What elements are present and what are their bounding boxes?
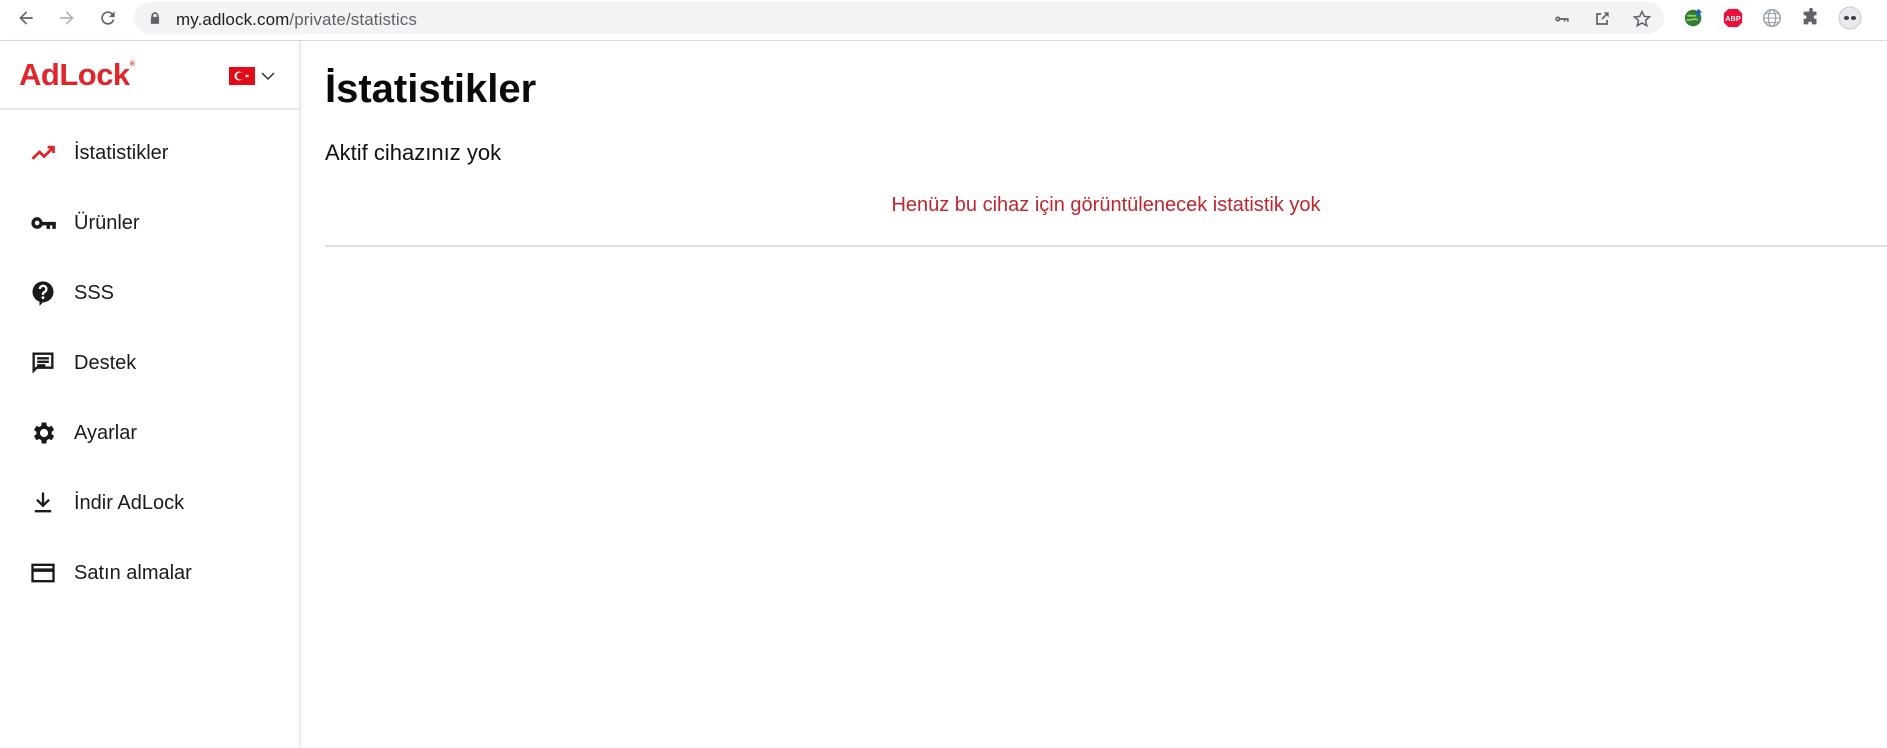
page-title: İstatistikler [325, 67, 537, 111]
sidebar-item-download[interactable]: İndir AdLock [0, 468, 300, 538]
sidebar-item-label: İstatistikler [74, 141, 169, 164]
sidebar: AdLock® İstatistikler Ürünler SSS Destek… [0, 41, 300, 748]
gear-icon [29, 419, 57, 447]
download-icon [29, 489, 57, 517]
password-key-icon[interactable] [1552, 9, 1572, 29]
share-icon[interactable] [1592, 9, 1612, 29]
sidebar-menu: İstatistikler Ürünler SSS Destek Ayarlar… [0, 118, 300, 608]
url-host: my.adlock.com [176, 10, 290, 29]
browser-toolbar: my.adlock.com/private/statistics ABP [0, 0, 1887, 36]
sidebar-header: AdLock® [0, 41, 300, 110]
profile-avatar-icon[interactable] [1838, 6, 1862, 30]
globe-download-extension-icon[interactable] [1682, 6, 1706, 30]
sidebar-item-faq[interactable]: SSS [0, 258, 300, 328]
adlock-logo[interactable]: AdLock® [19, 57, 135, 93]
sidebar-item-label: Ürünler [74, 211, 140, 234]
language-selector[interactable] [229, 65, 279, 87]
empty-statistics-message: Henüz bu cihaz için görüntülenecek istat… [891, 194, 1321, 216]
chevron-down-icon [261, 72, 275, 81]
brand-name: AdLock [19, 57, 130, 92]
turkey-flag-icon [229, 67, 255, 85]
sidebar-item-support[interactable]: Destek [0, 328, 300, 398]
sidebar-item-purchases[interactable]: Satın almalar [0, 538, 300, 608]
abp-label: ABP [1725, 14, 1741, 23]
content-divider [325, 245, 1887, 247]
globe-extension-icon[interactable] [1760, 6, 1784, 30]
brand-trademark: ® [129, 61, 135, 68]
back-arrow-icon[interactable] [14, 6, 38, 30]
credit-card-icon [29, 559, 57, 587]
reload-icon[interactable] [96, 6, 120, 30]
url-text[interactable]: my.adlock.com/private/statistics [176, 10, 417, 30]
bookmark-star-icon[interactable] [1632, 9, 1652, 29]
main-content: İstatistikler Aktif cihazınız yok Henüz … [301, 41, 1887, 748]
url-path: /private/statistics [289, 10, 417, 29]
sidebar-item-label: SSS [74, 281, 115, 304]
sidebar-item-label: Ayarlar [74, 421, 137, 444]
sidebar-item-label: Satın almalar [74, 561, 192, 584]
lock-icon[interactable] [148, 11, 162, 25]
sidebar-item-statistics[interactable]: İstatistikler [0, 118, 300, 188]
sidebar-item-label: İndir AdLock [74, 491, 185, 514]
adblock-plus-extension-icon[interactable]: ABP [1721, 6, 1745, 30]
key-icon [29, 209, 57, 237]
trend-chart-icon [29, 139, 57, 167]
sidebar-item-label: Destek [74, 351, 137, 374]
address-bar[interactable]: my.adlock.com/private/statistics [134, 2, 1664, 34]
sidebar-item-products[interactable]: Ürünler [0, 188, 300, 258]
forward-arrow-icon[interactable] [55, 6, 79, 30]
chat-icon [29, 349, 57, 377]
puzzle-extensions-icon[interactable] [1799, 6, 1823, 30]
help-circle-icon [29, 279, 57, 307]
sidebar-item-settings[interactable]: Ayarlar [0, 398, 300, 468]
device-status-text: Aktif cihazınız yok [325, 140, 502, 165]
